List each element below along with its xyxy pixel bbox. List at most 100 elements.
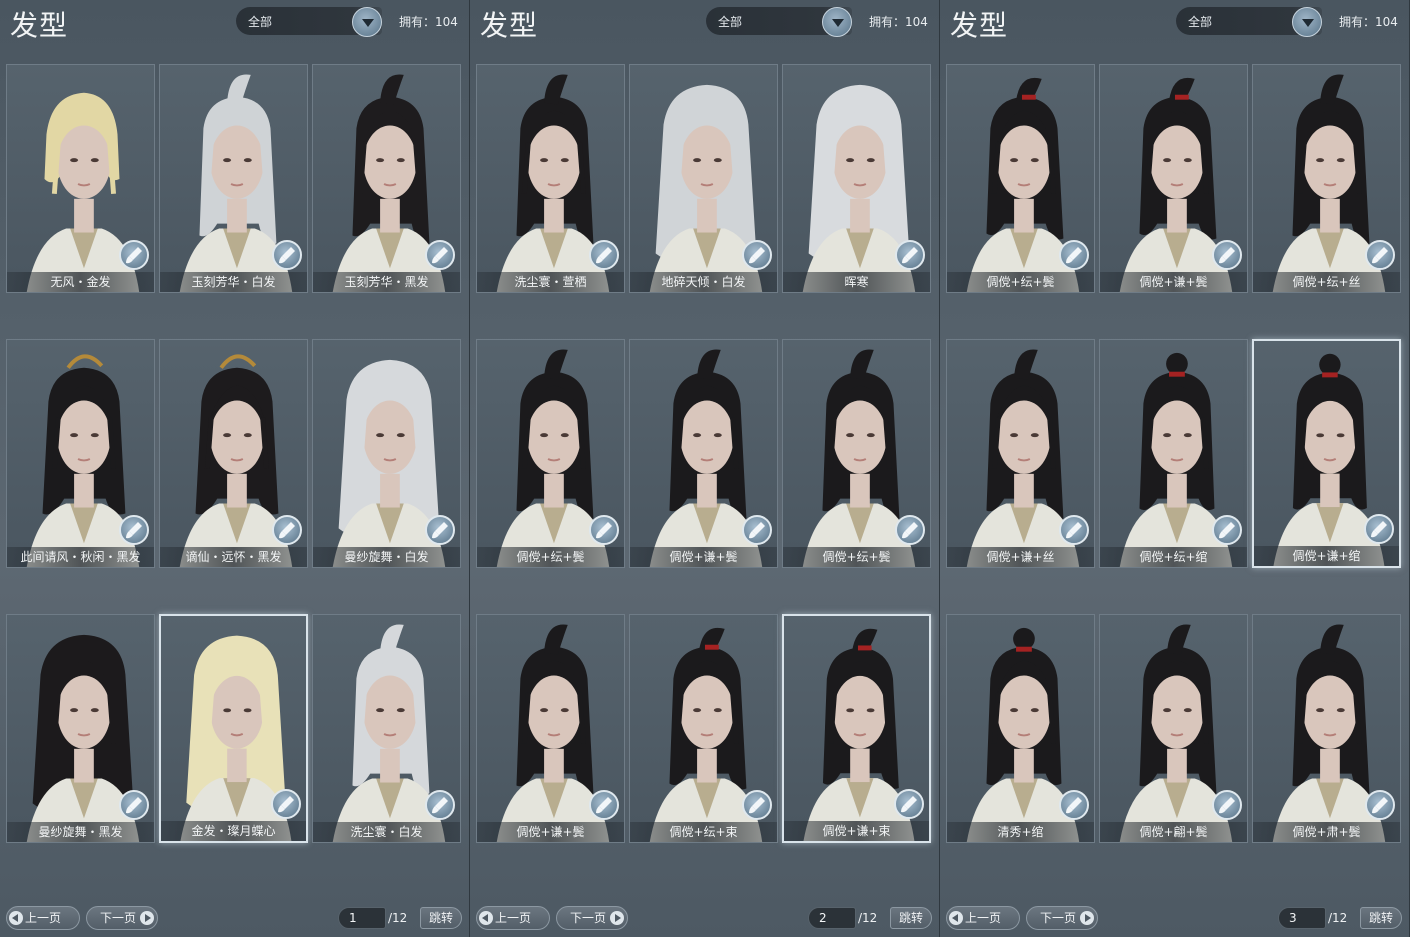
hairstyle-card[interactable]: 此间请风・秋闲・黑发	[6, 339, 155, 568]
dye-brush-icon[interactable]	[272, 240, 302, 270]
hairstyle-card[interactable]: 倜傥+翩+鬓	[1099, 614, 1248, 843]
category-filter-dropdown[interactable]: 全部	[706, 7, 852, 37]
hairstyle-card[interactable]: 倜傥+谦+鬓	[476, 614, 625, 843]
dye-brush-icon[interactable]	[119, 515, 149, 545]
dye-brush-icon[interactable]	[895, 240, 925, 270]
brush-icon-glyph	[126, 797, 142, 814]
hairstyle-card[interactable]: 倜傥+谦+鬓	[629, 339, 778, 568]
hairstyle-card[interactable]: 倜傥+纭+鬓	[946, 64, 1095, 293]
prev-page-button[interactable]: 上一页	[476, 906, 550, 930]
hairstyle-card[interactable]: 玉刻芳华・白发	[159, 64, 308, 293]
hairstyle-card[interactable]: 倜傥+纭+束	[629, 614, 778, 843]
hairstyle-name: 倜傥+谦+束	[784, 821, 929, 841]
next-page-button[interactable]: 下一页	[86, 906, 158, 930]
dye-brush-icon[interactable]	[425, 240, 455, 270]
hairstyle-name: 倜傥+纭+束	[630, 822, 777, 842]
hairstyle-card[interactable]: 晖寒	[782, 64, 931, 293]
hairstyle-card[interactable]: 地碎天倾・白发	[629, 64, 778, 293]
dye-brush-icon[interactable]	[1365, 790, 1395, 820]
panel-title: 发型	[950, 9, 1009, 42]
brush-icon-glyph	[901, 796, 917, 813]
dye-brush-icon[interactable]	[119, 790, 149, 820]
chevron-down-icon[interactable]	[352, 7, 382, 37]
dye-brush-icon[interactable]	[589, 515, 619, 545]
category-filter-dropdown[interactable]: 全部	[236, 7, 382, 37]
dye-brush-icon[interactable]	[425, 515, 455, 545]
dye-brush-icon[interactable]	[119, 240, 149, 270]
hairstyle-card[interactable]: 洗尘寰・萱栖	[476, 64, 625, 293]
hairstyle-card[interactable]: 倜傥+纭+鬓	[782, 339, 931, 568]
hairstyle-card[interactable]: 玉刻芳华・黑发	[312, 64, 461, 293]
hairstyle-card[interactable]: 洗尘寰・白发	[312, 614, 461, 843]
dye-brush-icon[interactable]	[1212, 515, 1242, 545]
chevron-down-icon[interactable]	[1292, 7, 1322, 37]
brush-icon-glyph	[1372, 797, 1388, 814]
hairstyle-card[interactable]: 清秀+绾	[946, 614, 1095, 843]
hairstyle-card[interactable]: 倜傥+肃+鬓	[1252, 614, 1401, 843]
dye-brush-icon[interactable]	[1059, 240, 1089, 270]
hairstyle-card[interactable]: 倜傥+谦+鬓	[1099, 64, 1248, 293]
hairstyle-grid: 倜傥+纭+鬓 倜傥+谦+鬓 倜傥+纭+丝 倜傥+谦+丝 倜傥+纭+绾 倜傥+谦+…	[946, 64, 1404, 844]
brush-icon-glyph	[126, 247, 142, 264]
dye-brush-icon[interactable]	[1059, 790, 1089, 820]
dye-brush-icon[interactable]	[742, 790, 772, 820]
hairstyle-card[interactable]: 无风・金发	[6, 64, 155, 293]
page-number-input[interactable]: 1	[338, 907, 386, 929]
hairstyle-card[interactable]: 倜傥+谦+绾	[1252, 339, 1401, 568]
dye-brush-icon[interactable]	[1365, 240, 1395, 270]
page-total: /12	[858, 911, 878, 925]
category-filter-dropdown[interactable]: 全部	[1176, 7, 1322, 37]
page-number-input[interactable]: 3	[1278, 907, 1326, 929]
owned-count: 拥有：104	[399, 15, 458, 29]
owned-count: 拥有：104	[869, 15, 928, 29]
hairstyle-card[interactable]: 曼纱旋舞・白发	[312, 339, 461, 568]
hairstyle-card[interactable]: 倜傥+谦+丝	[946, 339, 1095, 568]
jump-button[interactable]: 跳转	[1360, 907, 1402, 929]
dye-brush-icon[interactable]	[589, 790, 619, 820]
brush-icon-glyph	[902, 247, 918, 264]
hairstyle-panel-page-2: 发型 全部 拥有：104 洗尘寰・萱栖 地碎天倾・白发 晖寒 倜傥+纭+鬓 倜傥…	[470, 0, 940, 937]
next-page-button[interactable]: 下一页	[1026, 906, 1098, 930]
chevron-down-icon[interactable]	[822, 7, 852, 37]
next-page-label: 下一页	[570, 911, 607, 925]
brush-icon-glyph	[1066, 247, 1082, 264]
brush-icon-glyph	[1219, 522, 1235, 539]
brush-icon-glyph	[126, 522, 142, 539]
dye-brush-icon[interactable]	[742, 515, 772, 545]
dye-brush-icon[interactable]	[271, 789, 301, 819]
prev-page-button[interactable]: 上一页	[6, 906, 80, 930]
dye-brush-icon[interactable]	[589, 240, 619, 270]
dye-brush-icon[interactable]	[894, 789, 924, 819]
hairstyle-card[interactable]: 谪仙・远怀・黑发	[159, 339, 308, 568]
hairstyle-card[interactable]: 倜傥+纭+鬓	[476, 339, 625, 568]
dye-brush-icon[interactable]	[1212, 240, 1242, 270]
hairstyle-card[interactable]: 倜傥+纭+丝	[1252, 64, 1401, 293]
hairstyle-name: 曼纱旋舞・黑发	[7, 822, 154, 842]
brush-icon-glyph	[1066, 522, 1082, 539]
dye-brush-icon[interactable]	[1212, 790, 1242, 820]
jump-button[interactable]: 跳转	[420, 907, 462, 929]
hairstyle-name: 倜傥+肃+鬓	[1253, 822, 1400, 842]
page-total: /12	[388, 911, 408, 925]
jump-button[interactable]: 跳转	[890, 907, 932, 929]
next-page-button[interactable]: 下一页	[556, 906, 628, 930]
dye-brush-icon[interactable]	[742, 240, 772, 270]
owned-count: 拥有：104	[1339, 15, 1398, 29]
dye-brush-icon[interactable]	[272, 515, 302, 545]
dye-brush-icon[interactable]	[895, 515, 925, 545]
dye-brush-icon[interactable]	[425, 790, 455, 820]
hairstyle-card[interactable]: 金发・璨月蝶心	[159, 614, 308, 843]
brush-icon-glyph	[278, 796, 294, 813]
hairstyle-card[interactable]: 倜傥+谦+束	[782, 614, 931, 843]
brush-icon-glyph	[1371, 521, 1387, 538]
page-number-input[interactable]: 2	[808, 907, 856, 929]
hairstyle-panel-page-1: 发型 全部 拥有：104 无风・金发 玉刻芳华・白发 玉刻芳华・黑发 此间请风・…	[0, 0, 470, 937]
prev-page-button[interactable]: 上一页	[946, 906, 1020, 930]
arrow-right-icon	[1080, 911, 1094, 925]
dye-brush-icon[interactable]	[1059, 515, 1089, 545]
dye-brush-icon[interactable]	[1364, 514, 1394, 544]
hairstyle-card[interactable]: 倜傥+纭+绾	[1099, 339, 1248, 568]
brush-icon-glyph	[902, 522, 918, 539]
hairstyle-name: 倜傥+谦+鬓	[477, 822, 624, 842]
hairstyle-card[interactable]: 曼纱旋舞・黑发	[6, 614, 155, 843]
